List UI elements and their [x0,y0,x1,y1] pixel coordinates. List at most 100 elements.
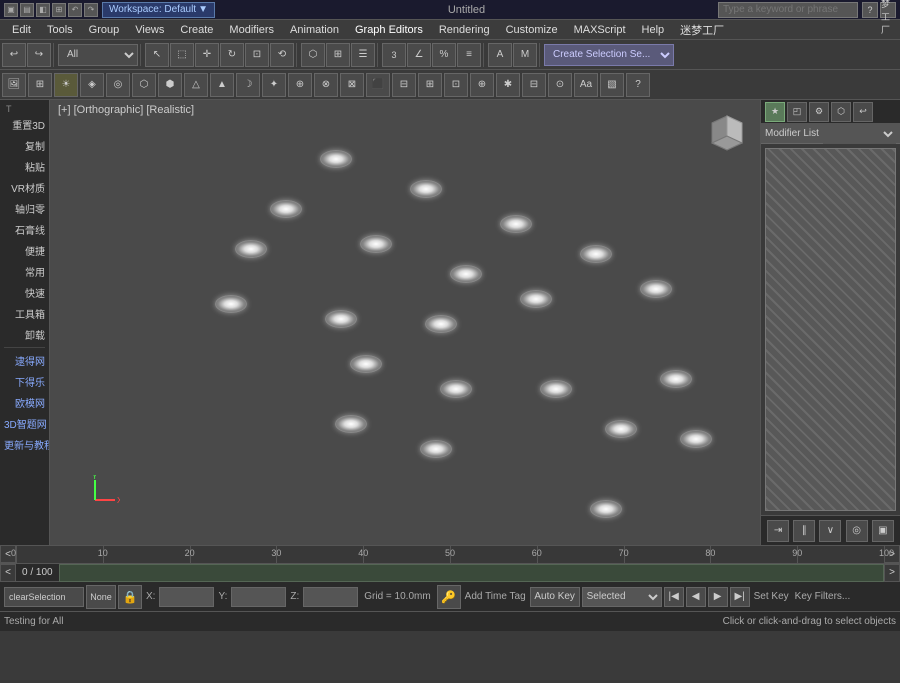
layer-tool[interactable]: ☰ [351,43,375,67]
panel-icon-3[interactable]: ⚙ [809,102,829,122]
workspace-button[interactable]: Workspace: Default ▼ [102,2,215,18]
sidebar-item-toolbox[interactable]: 工具箱 [0,303,49,324]
sec-tool-8[interactable]: △ [184,73,208,97]
panel-icon-5[interactable]: ↩ [853,102,873,122]
menu-animation[interactable]: Animation [282,22,347,38]
timeline-scrubber-left[interactable]: < [0,564,16,582]
sec-tool-14[interactable]: ⊠ [340,73,364,97]
sec-tool-12[interactable]: ⊕ [288,73,312,97]
light-object-19[interactable] [605,420,637,438]
menu-views[interactable]: Views [127,22,172,38]
sec-tool-17[interactable]: ⊞ [418,73,442,97]
light-object-16[interactable] [660,370,692,388]
sec-tool-10[interactable]: ☽ [236,73,260,97]
light-object-11[interactable] [520,290,552,308]
sec-tool-11[interactable]: ✦ [262,73,286,97]
sidebar-item-copy[interactable]: 复制 [0,135,49,156]
scale-tool-2[interactable]: ⟲ [270,43,294,67]
timeline-scrubber-right[interactable]: > [884,564,900,582]
sec-tool-9[interactable]: ▲ [210,73,234,97]
light-object-15[interactable] [540,380,572,398]
panel-tool-1[interactable]: ⇥ [767,520,789,542]
window-icon-5[interactable]: ↶ [68,3,82,17]
light-object-0[interactable] [320,150,352,168]
light-object-21[interactable] [590,500,622,518]
window-icon-1[interactable]: ▣ [4,3,18,17]
sec-tool-24[interactable]: ▧ [600,73,624,97]
sec-tool-16[interactable]: ⊟ [392,73,416,97]
sec-tool-15[interactable]: ⬛ [366,73,390,97]
sec-tool-20[interactable]: ✱ [496,73,520,97]
light-object-12[interactable] [640,280,672,298]
create-selection-dropdown[interactable]: Create Selection Se... [544,44,674,66]
sec-tool-18[interactable]: ⊡ [444,73,468,97]
sidebar-item-quick[interactable]: 便捷 [0,240,49,261]
align-tool[interactable]: ⊞ [326,43,350,67]
sec-tool-7[interactable]: ⬢ [158,73,182,97]
sec-tool-4[interactable]: ◈ [80,73,104,97]
help-icon[interactable]: ? [862,2,878,18]
filter-dropdown[interactable]: All [58,44,138,66]
sidebar-item-axiszero[interactable]: 轴归零 [0,198,49,219]
sidebar-link-xiadeile[interactable]: 下得乐 [0,371,49,392]
undo-button[interactable]: ↩ [2,43,26,67]
sidebar-link-3dzhitiwang[interactable]: 3D智题网 [0,413,49,434]
sidebar-item-fast[interactable]: 快速 [0,282,49,303]
menu-modifiers[interactable]: Modifiers [221,22,282,38]
sidebar-item-paste[interactable]: 粘贴 [0,156,49,177]
window-icon-3[interactable]: ◧ [36,3,50,17]
panel-icon-1[interactable]: ★ [765,102,785,122]
lock-icon[interactable]: 🔒 [118,585,142,609]
sec-tool-19[interactable]: ⊕ [470,73,494,97]
light-object-13[interactable] [350,355,382,373]
light-object-1[interactable] [410,180,442,198]
rotate-tool[interactable]: ↻ [220,43,244,67]
mirror-tool[interactable]: ⬡ [301,43,325,67]
panel-tool-5[interactable]: ▣ [872,520,894,542]
spinner-snap[interactable]: ≡ [457,43,481,67]
light-object-9[interactable] [325,310,357,328]
light-object-20[interactable] [680,430,712,448]
sidebar-item-plasterline[interactable]: 石膏线 [0,219,49,240]
menu-customize[interactable]: Customize [498,22,566,38]
menu-tools[interactable]: Tools [39,22,81,38]
sidebar-item-reset3d[interactable]: 重置3D [0,114,49,135]
light-object-2[interactable] [270,200,302,218]
timeline-tick-container[interactable]: 0102030405060708090100 [16,546,884,563]
sidebar-item-unload[interactable]: 卸载 [0,324,49,345]
sec-tool-5[interactable]: ◎ [106,73,130,97]
none-button[interactable]: None [86,585,116,609]
viewport-cube[interactable] [702,108,752,158]
play-button[interactable]: ▶ [708,587,728,607]
viewport[interactable]: [+] [Orthographic] [Realistic] X Y [50,100,760,545]
angle-snap[interactable]: ∠ [407,43,431,67]
sidebar-item-vrmaterial[interactable]: VR材质 [0,177,49,198]
percent-snap[interactable]: % [432,43,456,67]
sidebar-item-common[interactable]: 常用 [0,261,49,282]
light-object-14[interactable] [440,380,472,398]
sidebar-link-daideiwang[interactable]: 逮得网 [0,350,49,371]
light-object-7[interactable] [580,245,612,263]
menu-edit[interactable]: Edit [4,22,39,38]
sec-tool-2[interactable]: ⊞ [28,73,52,97]
next-frame-button[interactable]: ▶| [730,587,750,607]
key-icon[interactable]: 🔑 [437,585,461,609]
sidebar-link-oumowang[interactable]: 欧模网 [0,392,49,413]
sec-tool-13[interactable]: ⊗ [314,73,338,97]
x-input[interactable] [159,587,214,607]
light-object-5[interactable] [360,235,392,253]
sec-tool-3[interactable]: ☀ [54,73,78,97]
y-input[interactable] [231,587,286,607]
panel-icon-4[interactable]: ⬡ [831,102,851,122]
menu-create[interactable]: Create [172,22,221,38]
move-tool[interactable]: ✛ [195,43,219,67]
menu-dream[interactable]: 迷梦工厂 [672,20,732,40]
light-object-6[interactable] [450,265,482,283]
menu-help[interactable]: Help [634,22,673,38]
window-icon-2[interactable]: ▤ [20,3,34,17]
light-object-10[interactable] [425,315,457,333]
sec-tool-6[interactable]: ⬡ [132,73,156,97]
sidebar-link-updates[interactable]: 更新与教程 [0,434,49,455]
material-editor[interactable]: M [513,43,537,67]
menu-maxscript[interactable]: MAXScript [566,22,634,38]
